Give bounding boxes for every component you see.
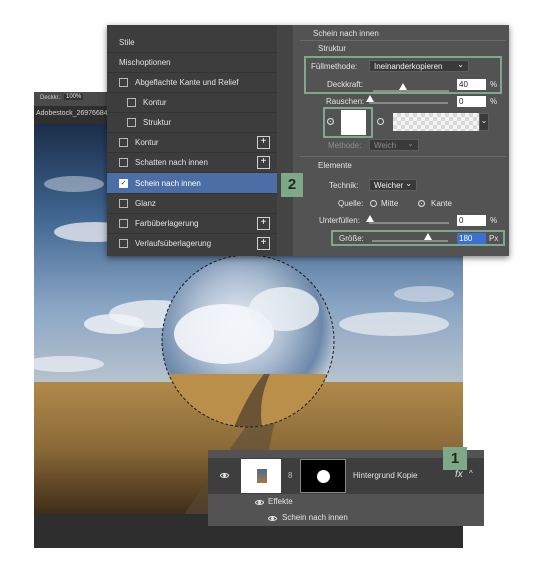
style-item-stile[interactable]: Stile	[107, 32, 277, 53]
chevron-down-icon: ⌄	[405, 179, 412, 188]
style-item-label: Schatten nach innen	[135, 157, 208, 167]
collapse-caret-icon[interactable]: ^	[469, 469, 473, 478]
source-center-radio[interactable]	[370, 200, 377, 207]
style-item-label: Kontur	[135, 137, 159, 147]
style-item-label: Glanz	[135, 198, 156, 208]
thumbnail-image	[257, 469, 267, 483]
style-item-label: Abgeflachte Kante und Relief	[135, 77, 239, 87]
style-item-schein-nach-innen[interactable]: ✓ Schein nach innen	[107, 173, 277, 194]
source-edge-label: Kante	[431, 199, 452, 208]
add-effect-button[interactable]: +	[257, 156, 270, 169]
add-effect-button[interactable]: +	[257, 136, 270, 149]
style-item-label: Stile	[119, 37, 135, 47]
technique-value: Weicher	[374, 181, 404, 190]
style-item-label: Struktur	[143, 117, 172, 127]
style-item-kontur[interactable]: Kontur +	[107, 132, 277, 153]
source-label: Quelle:	[338, 199, 364, 208]
checkbox-checked[interactable]: ✓	[119, 178, 128, 188]
style-item-farbueberlagerung[interactable]: Farbüberlagerung +	[107, 213, 277, 234]
layer-mask-thumbnail[interactable]	[300, 459, 346, 493]
mask-circle	[317, 470, 330, 483]
style-item-label: Kontur	[143, 97, 167, 107]
style-item-label: Mischoptionen	[119, 57, 171, 67]
effect-item-label[interactable]: Schein nach innen	[282, 513, 348, 522]
technique-label: Technik:	[329, 181, 359, 190]
panel-divider	[277, 25, 293, 256]
style-item-label: Schein nach innen	[135, 178, 201, 188]
style-item-label: Farbüberlagerung	[135, 218, 199, 228]
highlight-frame	[304, 56, 502, 94]
struktur-heading: Struktur	[318, 44, 347, 53]
noise-unit: %	[490, 97, 498, 106]
checkbox[interactable]	[119, 77, 128, 87]
callout-badge-1: 1	[443, 447, 467, 470]
noise-label: Rauschen:	[326, 97, 365, 106]
noise-input[interactable]: 0	[457, 96, 486, 107]
source-edge-radio[interactable]	[418, 200, 425, 207]
checkbox[interactable]	[119, 157, 128, 167]
effect-eye-icon[interactable]	[268, 516, 277, 521]
options-opacity-label: Deckkr.:	[40, 95, 62, 101]
method-value: Weich	[374, 141, 397, 150]
choke-slider-track[interactable]	[369, 222, 449, 224]
gradient-dropdown[interactable]: ⌄	[479, 113, 489, 131]
highlight-frame	[331, 230, 505, 246]
style-item-abgeflachte-kante[interactable]: Abgeflachte Kante und Relief	[107, 72, 277, 93]
link-chain-icon[interactable]: 8	[288, 471, 292, 480]
section-title: Schein nach innen	[313, 29, 379, 38]
add-effect-button[interactable]: +	[257, 217, 270, 230]
technique-select[interactable]: Weicher ⌄	[369, 179, 417, 191]
elemente-heading: Elemente	[318, 161, 352, 170]
visibility-eye-icon[interactable]	[220, 473, 229, 478]
style-item-mischoptionen[interactable]: Mischoptionen	[107, 52, 277, 73]
highlight-frame	[323, 107, 373, 138]
choke-label: Unterfüllen:	[319, 216, 360, 225]
layer-name[interactable]: Hintergrund Kopie	[353, 471, 417, 480]
style-item-struktur[interactable]: Struktur	[107, 112, 277, 133]
source-center-label: Mitte	[381, 199, 399, 208]
choke-unit: %	[490, 216, 498, 225]
method-select[interactable]: Weich ⌄	[369, 139, 419, 151]
options-opacity-value[interactable]: 100%	[64, 94, 84, 100]
choke-slider-thumb[interactable]	[366, 215, 374, 222]
checkbox[interactable]	[119, 198, 128, 208]
add-effect-button[interactable]: +	[257, 237, 270, 250]
style-item-kontur-sub[interactable]: Kontur	[107, 92, 277, 113]
style-item-verlaufsueberlagerung[interactable]: Verlaufsüberlagerung +	[107, 233, 277, 253]
fx-icon[interactable]: fx	[455, 469, 463, 480]
checkbox[interactable]	[119, 238, 128, 248]
separator	[300, 156, 506, 157]
noise-slider-thumb[interactable]	[366, 95, 374, 102]
noise-slider-track[interactable]	[369, 102, 448, 104]
chevron-down-icon: ⌄	[407, 139, 414, 148]
checkbox[interactable]	[119, 137, 128, 147]
choke-input[interactable]: 0	[457, 215, 486, 226]
chevron-down-icon: ⌄	[480, 116, 488, 125]
gradient-swatch[interactable]	[393, 113, 479, 131]
gradient-radio[interactable]	[377, 118, 384, 125]
style-item-glanz[interactable]: Glanz	[107, 193, 277, 214]
effects-eye-icon[interactable]	[255, 500, 264, 505]
layer-thumbnail[interactable]	[241, 459, 281, 493]
style-item-schatten-nach-innen[interactable]: Schatten nach innen +	[107, 152, 277, 173]
checkbox[interactable]	[127, 97, 136, 107]
checkbox[interactable]	[127, 117, 136, 127]
effects-label: Effekte	[268, 497, 293, 506]
style-item-label: Verlaufsüberlagerung	[135, 238, 212, 248]
callout-badge-2: 2	[281, 173, 303, 197]
separator	[300, 40, 506, 41]
checkbox[interactable]	[119, 218, 128, 228]
method-label: Methode:	[328, 141, 362, 150]
